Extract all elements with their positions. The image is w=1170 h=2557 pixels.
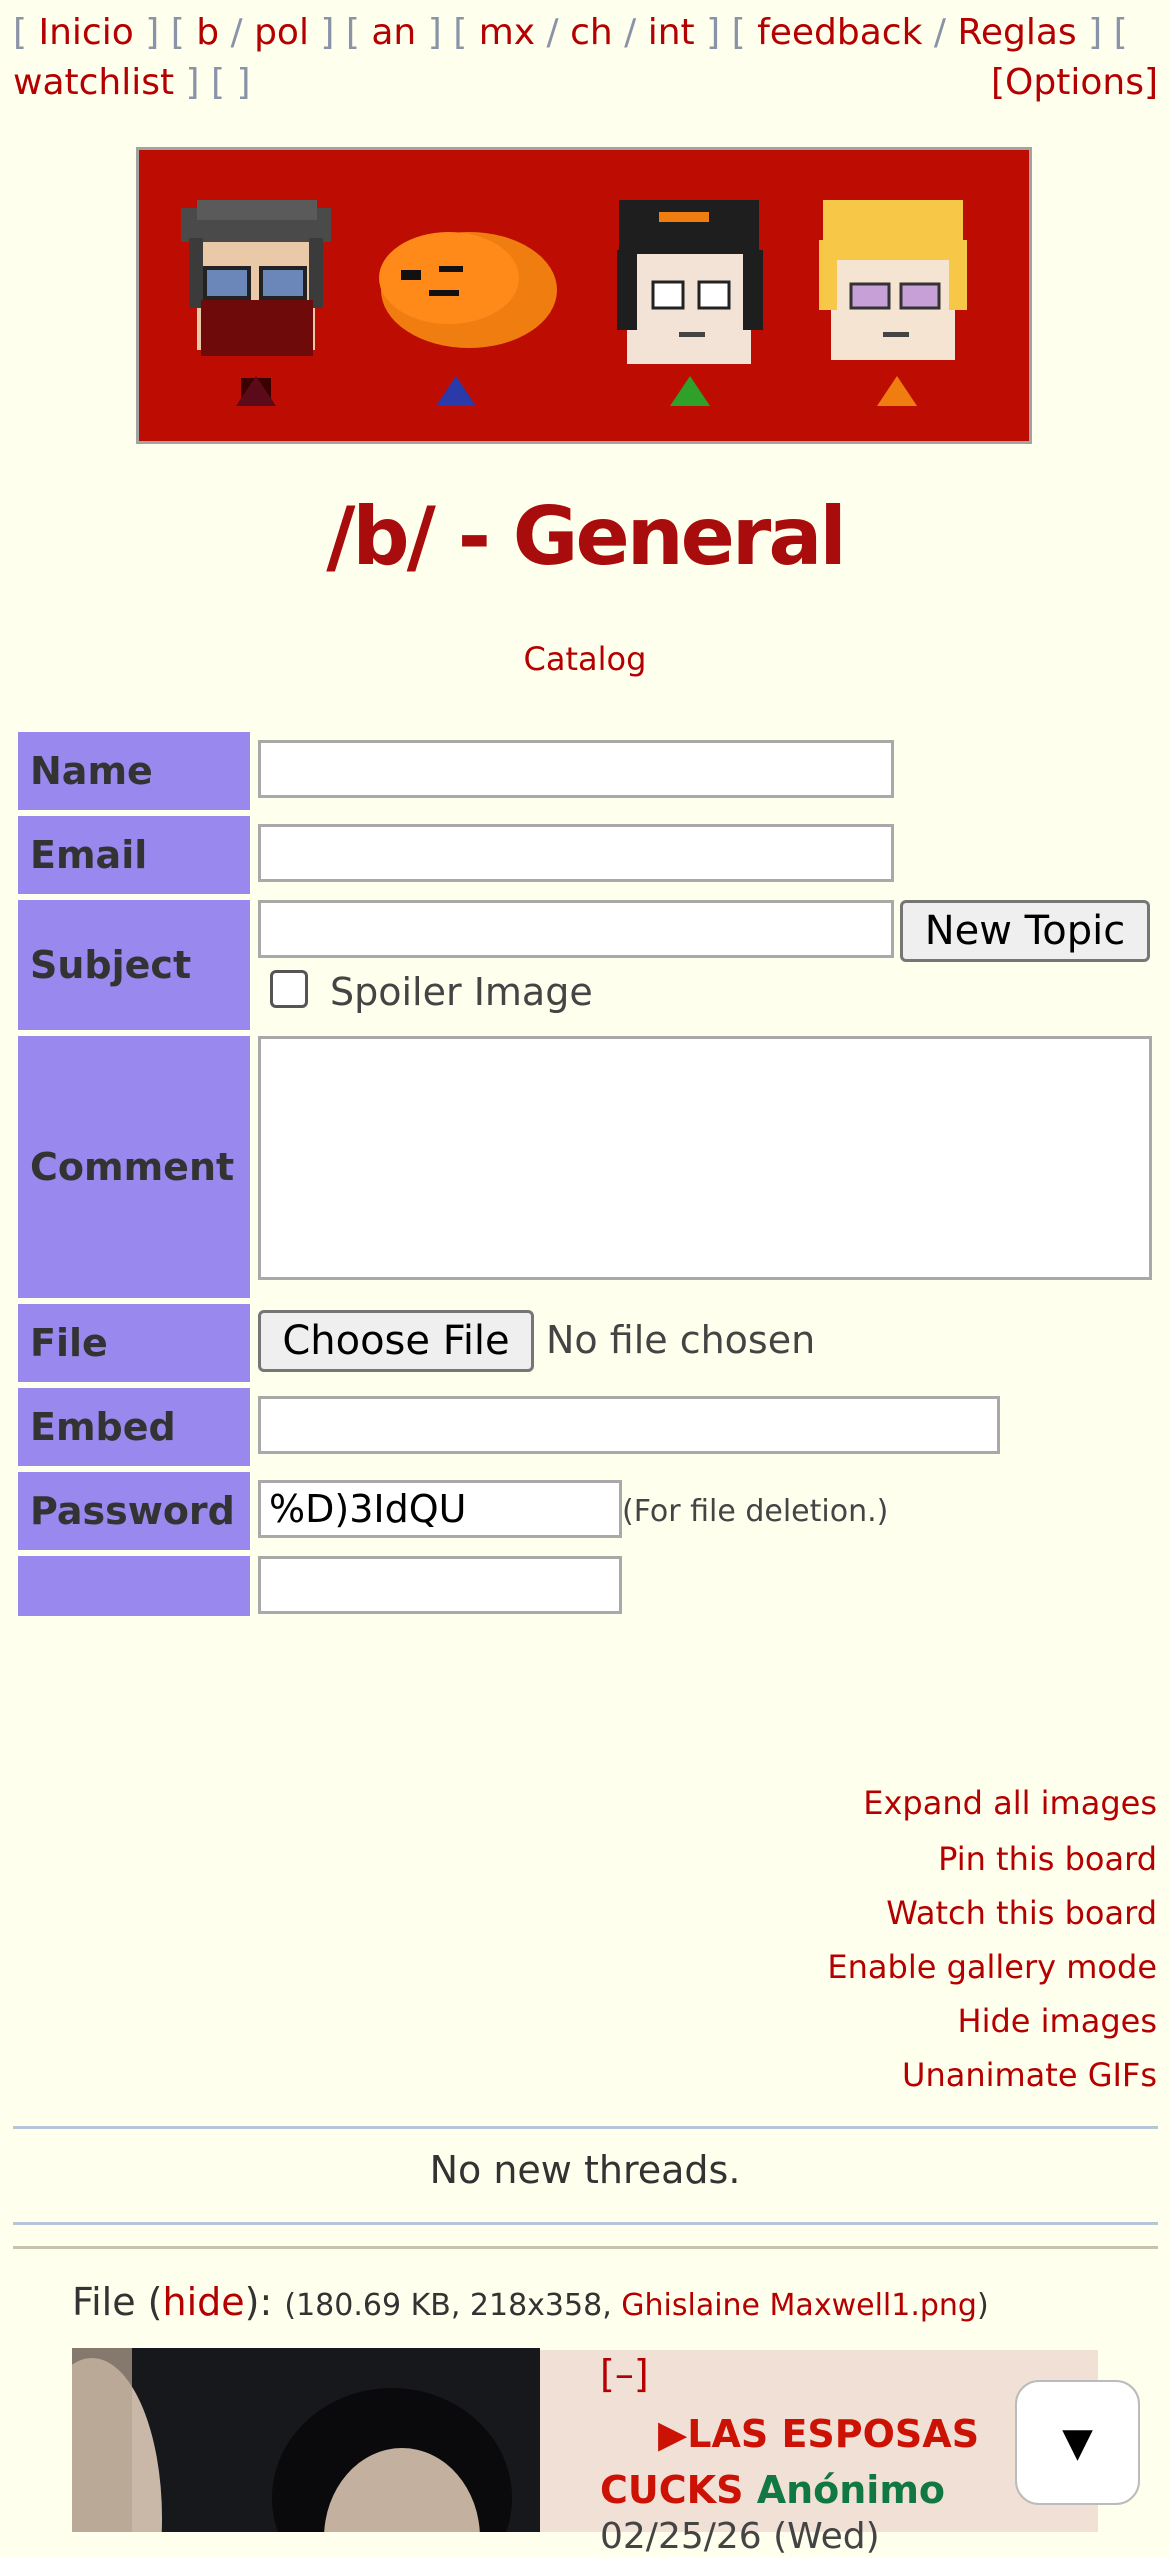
- subject-label: Subject: [18, 900, 250, 1030]
- name-input[interactable]: [258, 740, 894, 798]
- file-info: File (hide): (180.69 KB, 218x358, Ghisla…: [72, 2280, 989, 2324]
- nav-an[interactable]: an: [371, 12, 416, 53]
- captcha-label: [18, 1556, 250, 1616]
- comment-textarea[interactable]: [258, 1036, 1152, 1280]
- post-thumbnail[interactable]: [72, 2348, 540, 2532]
- comment-label: Comment: [18, 1036, 250, 1298]
- nav-watchlist[interactable]: watchlist: [13, 62, 174, 103]
- embed-label: Embed: [18, 1388, 250, 1466]
- scroll-down-button[interactable]: ▼: [1015, 2380, 1140, 2505]
- board-title: /b/ - General: [326, 490, 847, 583]
- nav-inicio[interactable]: Inicio: [39, 12, 134, 53]
- new-topic-button[interactable]: New Topic: [900, 900, 1150, 962]
- file-name-link[interactable]: Ghislaine Maxwell1.png: [621, 2288, 977, 2323]
- spoiler-label: Spoiler Image: [330, 970, 593, 1014]
- post-date: 02/25/26 (Wed): [600, 2516, 880, 2557]
- nav-ch[interactable]: ch: [570, 12, 613, 53]
- no-new-threads-text: No new threads.: [429, 2148, 741, 2192]
- embed-input[interactable]: [258, 1396, 1000, 1454]
- choose-file-button[interactable]: Choose File: [258, 1310, 534, 1372]
- collapse-post-link[interactable]: [–]: [600, 2352, 649, 2396]
- options-link[interactable]: [Options]: [991, 58, 1158, 108]
- post-author: Anónimo: [756, 2468, 946, 2512]
- nav-b[interactable]: b: [196, 12, 219, 53]
- unanimate-gifs-link[interactable]: Unanimate GIFs: [902, 2056, 1157, 2094]
- top-navigation: [ Inicio ] [ b / pol ] [ an ] [ mx / ch …: [13, 8, 1158, 108]
- thumbnail-image: [72, 2348, 540, 2532]
- password-note: (For file deletion.): [622, 1494, 889, 1529]
- email-label: Email: [18, 816, 250, 894]
- email-input[interactable]: [258, 824, 894, 882]
- no-file-text: No file chosen: [546, 1318, 816, 1362]
- spoiler-checkbox[interactable]: [270, 970, 308, 1008]
- board-banner[interactable]: [136, 147, 1032, 444]
- chevron-down-icon: ▼: [1062, 2419, 1093, 2466]
- pin-board-link[interactable]: Pin this board: [938, 1840, 1157, 1878]
- extra-input[interactable]: [258, 1556, 622, 1614]
- divider: [13, 2222, 1158, 2225]
- password-input[interactable]: %D)3IdQU: [258, 1480, 622, 1538]
- hide-images-link[interactable]: Hide images: [958, 2002, 1157, 2040]
- expand-all-images-link[interactable]: Expand all images: [863, 1784, 1157, 1822]
- nav-int[interactable]: int: [648, 12, 695, 53]
- watch-board-link[interactable]: Watch this board: [886, 1894, 1157, 1932]
- divider: [13, 2246, 1158, 2249]
- banner-characters-image: [181, 200, 967, 406]
- nav-pol[interactable]: pol: [254, 12, 309, 53]
- divider: [13, 2126, 1158, 2129]
- catalog-link[interactable]: Catalog: [524, 640, 647, 678]
- nav-mx[interactable]: mx: [479, 12, 535, 53]
- nav-feedback[interactable]: feedback: [757, 12, 922, 53]
- subject-input[interactable]: [258, 900, 894, 958]
- password-label: Password: [18, 1472, 250, 1550]
- nav-reglas[interactable]: Reglas: [957, 12, 1076, 53]
- hide-file-link[interactable]: hide: [163, 2280, 245, 2324]
- file-label: File: [18, 1304, 250, 1382]
- gallery-mode-link[interactable]: Enable gallery mode: [827, 1948, 1157, 1986]
- file-meta: (180.69 KB, 218x358,: [284, 2288, 622, 2323]
- name-label: Name: [18, 732, 250, 810]
